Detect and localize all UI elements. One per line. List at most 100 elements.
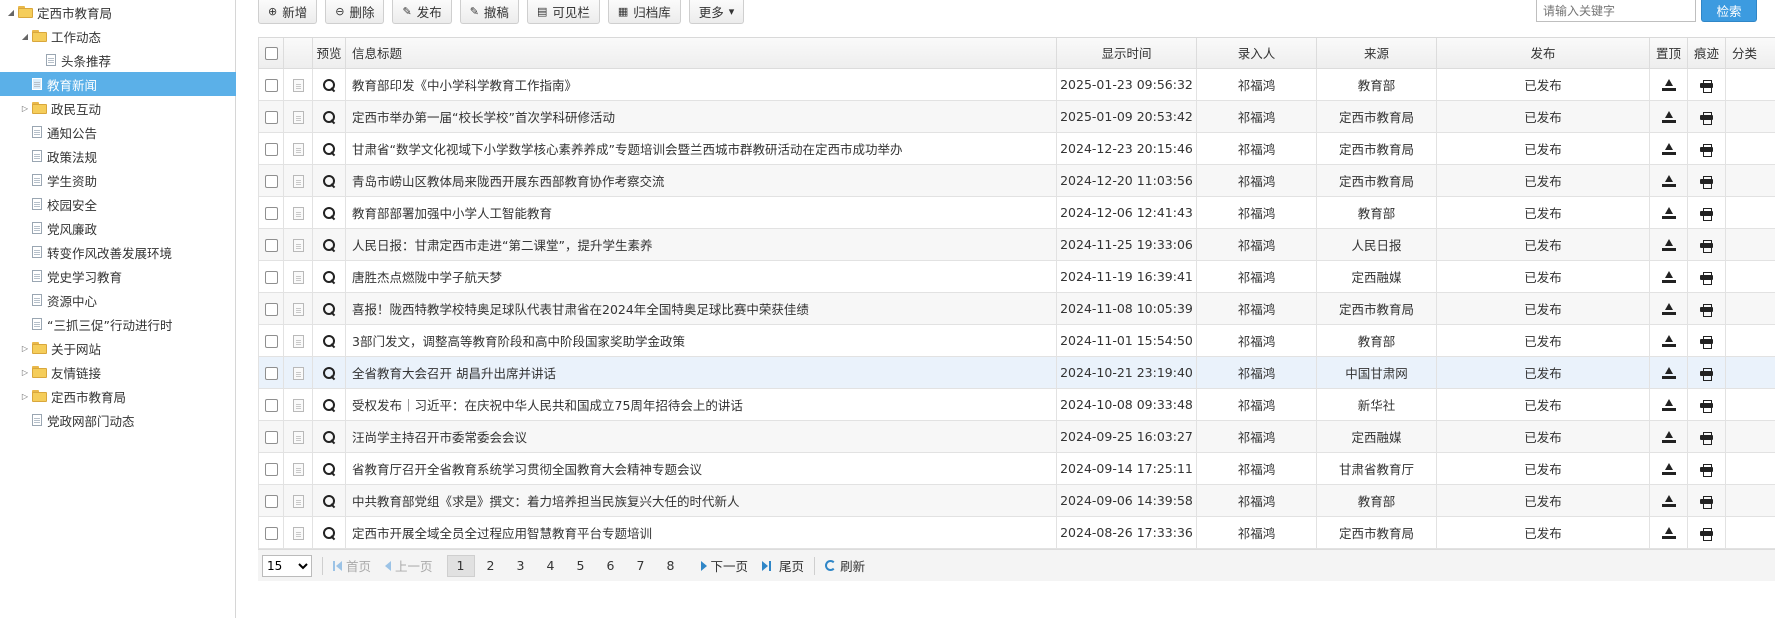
page-number[interactable]: 5 [567, 555, 595, 577]
row-title[interactable]: 青岛市崂山区教体局来陇西开展东西部教育协作考察交流 [345, 163, 1057, 197]
print-icon[interactable] [1700, 431, 1713, 445]
tree-node[interactable]: ▷ 关于网站 [0, 336, 236, 360]
table-row[interactable]: 教育部部署加强中小学人工智能教育 2024-12-06 12:41:43 祁福鸿 教育… [258, 195, 1775, 229]
print-icon[interactable] [1700, 271, 1713, 285]
pin-top-icon[interactable] [1661, 367, 1676, 379]
tree-node[interactable]: 通知公告 [0, 120, 236, 144]
preview-search-icon[interactable] [322, 334, 336, 348]
row-select-cell[interactable] [258, 483, 284, 517]
table-row[interactable]: 全省教育大会召开 胡昌升出席并讲话 2024-10-21 23:19:40 祁福鸿中… [258, 355, 1775, 389]
preview-cell[interactable] [312, 387, 346, 421]
table-row[interactable]: 受权发布｜习近平：在庆祝中华人民共和国成立75周年招待会上的讲话 2024-10-… [258, 387, 1775, 421]
row-checkbox[interactable] [264, 366, 278, 380]
publish-header[interactable]: 发布 [1436, 38, 1650, 69]
row-select-cell[interactable] [258, 355, 284, 389]
row-title[interactable]: 受权发布｜习近平：在庆祝中华人民共和国成立75周年招待会上的讲话 [345, 387, 1057, 421]
page-number[interactable]: 6 [597, 555, 625, 577]
preview-search-icon[interactable] [322, 526, 336, 540]
row-select-cell[interactable] [258, 323, 284, 357]
pin-top-icon[interactable] [1661, 239, 1676, 251]
table-row[interactable]: 甘肃省“数学文化视域下小学数学核心素养养成”专题培训会暨兰西城市群教研活动在定西… [258, 131, 1775, 165]
page-size-select[interactable]: 15 [262, 554, 312, 577]
row-select-cell[interactable] [258, 227, 284, 261]
pin-top-cell[interactable] [1649, 259, 1688, 293]
tree-node[interactable]: 教育新闻 [0, 72, 236, 96]
pin-top-icon[interactable] [1661, 303, 1676, 315]
tree-node[interactable]: 校园安全 [0, 192, 236, 216]
row-checkbox[interactable] [264, 270, 278, 284]
tree-node[interactable]: ▷ 定西市教育局 [0, 384, 236, 408]
row-title[interactable]: 教育部部署加强中小学人工智能教育 [345, 195, 1057, 229]
row-select-cell[interactable] [258, 131, 284, 165]
tree-node[interactable]: ◢ 工作动态 [0, 24, 236, 48]
pin-top-cell[interactable] [1649, 419, 1688, 453]
row-select-cell[interactable] [258, 163, 284, 197]
trace-cell[interactable] [1687, 355, 1726, 389]
preview-cell[interactable] [312, 323, 346, 357]
tree-node[interactable]: “三抓三促”行动进行时 [0, 312, 236, 336]
trace-cell[interactable] [1687, 259, 1726, 293]
row-select-cell[interactable] [258, 99, 284, 133]
table-row[interactable]: 定西市举办第一届“校长学校”首次学科研修活动 2025-01-09 20:53:4… [258, 99, 1775, 133]
tree-node[interactable]: 政策法规 [0, 144, 236, 168]
preview-cell[interactable] [312, 131, 346, 165]
table-row[interactable]: 青岛市崂山区教体局来陇西开展东西部教育协作考察交流 2024-12-20 11:0… [258, 163, 1775, 197]
expand-arrow-icon[interactable]: ▷ [20, 391, 30, 401]
row-checkbox[interactable] [264, 430, 278, 444]
row-title[interactable]: 喜报！陇西特教学校特奥足球队代表甘肃省在2024年全国特奥足球比赛中荣获佳绩 [345, 291, 1057, 325]
toolbar-button-withdraw[interactable]: ✎ 撤稿 [459, 0, 519, 24]
expand-arrow-icon[interactable]: ▷ [20, 103, 30, 113]
print-icon[interactable] [1700, 79, 1713, 93]
row-checkbox[interactable] [264, 302, 278, 316]
pin-top-cell[interactable] [1649, 515, 1688, 549]
table-row[interactable]: 3部门发文，调整高等教育阶段和高中阶段国家奖助学金政策 2024-11-01 15… [258, 323, 1775, 357]
row-select-cell[interactable] [258, 67, 284, 101]
row-checkbox[interactable] [264, 398, 278, 412]
table-row[interactable]: 定西市开展全域全员全过程应用智慧教育平台专题培训 2024-08-26 17:33… [258, 515, 1775, 549]
row-checkbox[interactable] [264, 174, 278, 188]
source-header[interactable]: 来源 [1316, 38, 1437, 69]
preview-search-icon[interactable] [322, 494, 336, 508]
preview-search-icon[interactable] [322, 78, 336, 92]
row-checkbox[interactable] [264, 238, 278, 252]
pin-top-cell[interactable] [1649, 131, 1688, 165]
trace-cell[interactable] [1687, 163, 1726, 197]
tree-node[interactable]: 党风廉政 [0, 216, 236, 240]
tree-node[interactable]: ▷ 友情链接 [0, 360, 236, 384]
preview-search-icon[interactable] [322, 462, 336, 476]
row-title[interactable]: 汪尚学主持召开市委常委会会议 [345, 419, 1057, 453]
pin-top-cell[interactable] [1649, 163, 1688, 197]
preview-search-icon[interactable] [322, 398, 336, 412]
tree-node[interactable]: ◢ 定西市教育局 [0, 0, 236, 24]
row-select-cell[interactable] [258, 387, 284, 421]
preview-search-icon[interactable] [322, 430, 336, 444]
select-all-header[interactable] [258, 38, 284, 69]
preview-search-icon[interactable] [322, 366, 336, 380]
print-icon[interactable] [1700, 463, 1713, 477]
trace-cell[interactable] [1687, 451, 1726, 485]
pin-top-icon[interactable] [1661, 111, 1676, 123]
preview-search-icon[interactable] [322, 174, 336, 188]
pin-top-cell[interactable] [1649, 355, 1688, 389]
pin-top-icon[interactable] [1661, 143, 1676, 155]
table-row[interactable]: 汪尚学主持召开市委常委会会议 2024-09-25 16:03:27 祁福鸿 定西融媒… [258, 419, 1775, 453]
row-select-cell[interactable] [258, 451, 284, 485]
toolbar-button-publish[interactable]: ✎ 发布 [392, 0, 452, 24]
row-title[interactable]: 定西市举办第一届“校长学校”首次学科研修活动 [345, 99, 1057, 133]
page-number[interactable]: 8 [657, 555, 685, 577]
toolbar-button-add[interactable]: ⊕ 新增 [258, 0, 318, 24]
pin-top-icon[interactable] [1661, 175, 1676, 187]
pin-top-icon[interactable] [1661, 335, 1676, 347]
pin-top-cell[interactable] [1649, 451, 1688, 485]
time-header[interactable]: 显示时间 [1056, 38, 1197, 69]
row-checkbox[interactable] [264, 334, 278, 348]
preview-cell[interactable] [312, 67, 346, 101]
expand-arrow-icon[interactable]: ▷ [20, 343, 30, 353]
pin-top-icon[interactable] [1661, 399, 1676, 411]
row-title[interactable]: 定西市开展全域全员全过程应用智慧教育平台专题培训 [345, 515, 1057, 549]
pin-top-icon[interactable] [1661, 463, 1676, 475]
page-number[interactable]: 7 [627, 555, 655, 577]
trace-cell[interactable] [1687, 515, 1726, 549]
trace-cell[interactable] [1687, 195, 1726, 229]
title-header[interactable]: 信息标题 [345, 38, 1057, 69]
